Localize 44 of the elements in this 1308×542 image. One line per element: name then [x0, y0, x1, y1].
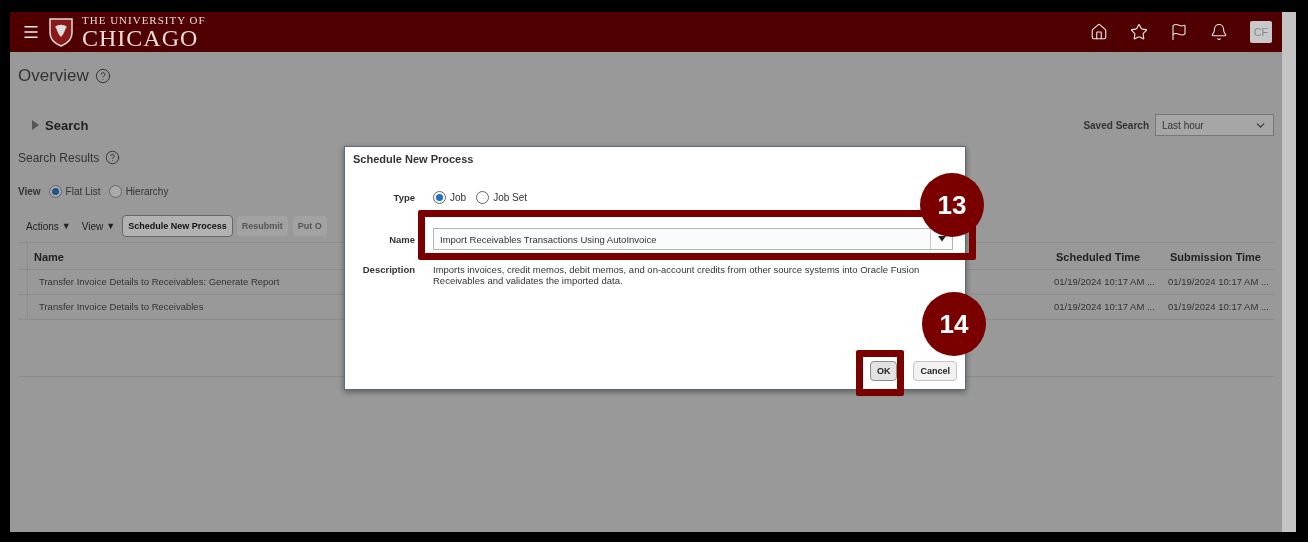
radio-label: Job Set [493, 192, 528, 203]
logo-text: CHICAGO [82, 25, 200, 50]
scrollbar[interactable] [1282, 12, 1296, 532]
radio-button[interactable] [108, 185, 122, 198]
help-icon[interactable] [105, 150, 121, 165]
radio-label: Hierarchy [125, 186, 169, 197]
dialog-title: Schedule New Process [353, 153, 475, 165]
caret-icon: ▼ [61, 221, 71, 231]
search-section-header[interactable]: Search [45, 117, 89, 133]
cancel-button[interactable]: Cancel [913, 361, 957, 381]
home-icon[interactable] [1090, 23, 1108, 41]
table-cell: 01/19/2024 10:17 AM ... [1164, 295, 1274, 320]
crest-icon [48, 17, 74, 47]
caret-icon: ▼ [106, 221, 116, 231]
toolbar-button[interactable]: Schedule New Process [122, 215, 233, 237]
radio-label: Job [450, 192, 467, 203]
menu-icon[interactable] [22, 23, 40, 41]
page-title: Overview [18, 66, 89, 86]
help-icon[interactable] [94, 68, 111, 84]
ok-button[interactable]: OK [870, 361, 898, 381]
flag-icon[interactable] [1170, 23, 1188, 41]
radio-button[interactable] [433, 191, 446, 204]
highlight-frame [856, 350, 904, 396]
saved-search-select[interactable]: Last hour [1155, 114, 1274, 136]
table-cell: 01/19/2024 10:17 AM ... [1050, 270, 1164, 295]
menu-button[interactable]: Actions ▼ [22, 220, 75, 232]
type-label: Type [392, 192, 415, 203]
bell-icon[interactable] [1210, 23, 1228, 41]
table-cell: 01/19/2024 10:17 AM ... [1050, 295, 1164, 320]
disclosure-icon[interactable] [32, 120, 39, 130]
name-label: Name [388, 233, 415, 245]
logo-text: THE UNIVERSITY OF [82, 14, 206, 26]
saved-search-label: Saved Search [1083, 119, 1149, 131]
menu-button[interactable]: View ▼ [77, 220, 120, 232]
radio-button[interactable] [476, 191, 490, 204]
radio-button[interactable] [48, 185, 62, 198]
name-combobox[interactable]: Import Receivables Transactions Using AutoInvoice [433, 228, 953, 250]
view-label: View [18, 186, 41, 197]
star-icon[interactable] [1130, 23, 1148, 41]
column-header[interactable]: Submission Time [1164, 242, 1274, 270]
column-header[interactable]: Scheduled Time [1050, 242, 1164, 270]
results-title: Search Results [18, 150, 100, 165]
radio-label: Flat List [65, 186, 101, 197]
table-cell: 01/19/2024 10:17 AM ... [1164, 270, 1274, 295]
